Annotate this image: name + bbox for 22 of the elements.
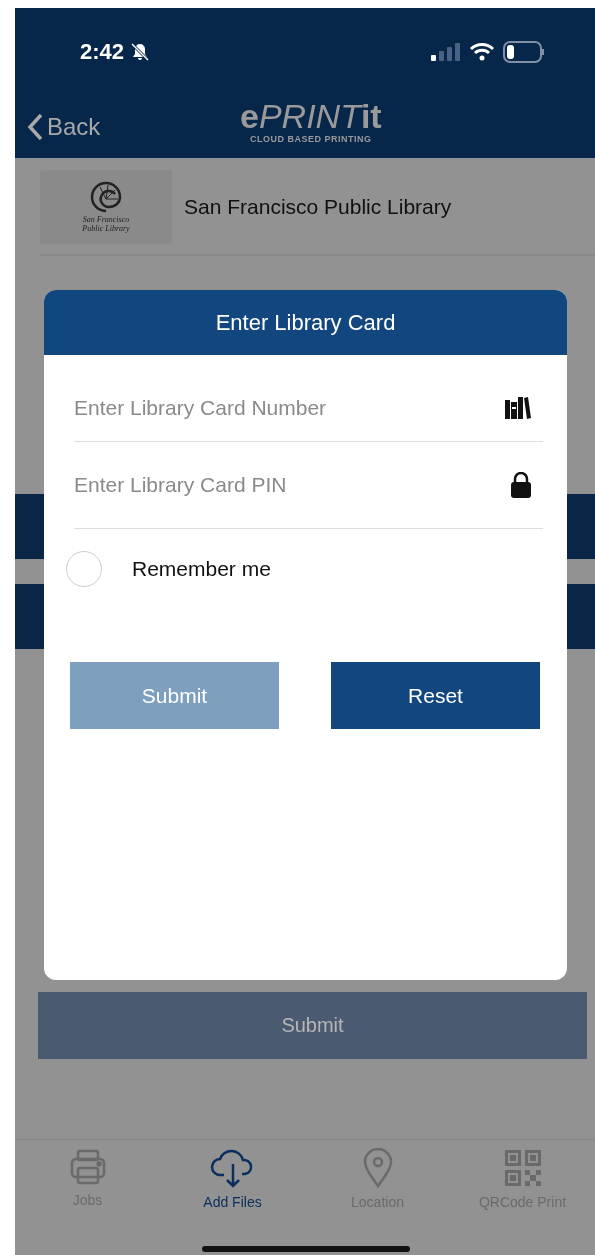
books-icon: [505, 397, 531, 419]
remember-label: Remember me: [132, 557, 271, 581]
dialog-title: Enter Library Card: [44, 290, 567, 355]
wifi-icon: [469, 42, 495, 62]
back-button[interactable]: Back: [15, 113, 101, 141]
app-logo: ePRINTit: [240, 98, 382, 134]
input-field[interactable]: Enter Library Card PIN: [74, 473, 511, 497]
signal-icon: [431, 43, 461, 61]
status-time: 2:42: [80, 39, 125, 65]
tab-item[interactable]: Add Files: [160, 1140, 305, 1247]
radio-button[interactable]: [66, 551, 102, 587]
printer-icon: [68, 1148, 107, 1186]
qr-code-icon: [502, 1148, 543, 1188]
logo-tagline: CLOUD BASED PRINTING: [250, 134, 372, 144]
back-chevron-icon: [27, 113, 43, 141]
library-name: San Francisco Public Library: [184, 195, 452, 219]
battery-icon: [503, 41, 545, 63]
reset-button[interactable]: Reset: [331, 662, 540, 729]
location-pin-icon: [362, 1148, 393, 1188]
input-field[interactable]: Enter Library Card Number: [74, 396, 505, 420]
padlock-icon: [511, 472, 531, 498]
library-logo: San Francisco Public Library: [40, 170, 172, 244]
